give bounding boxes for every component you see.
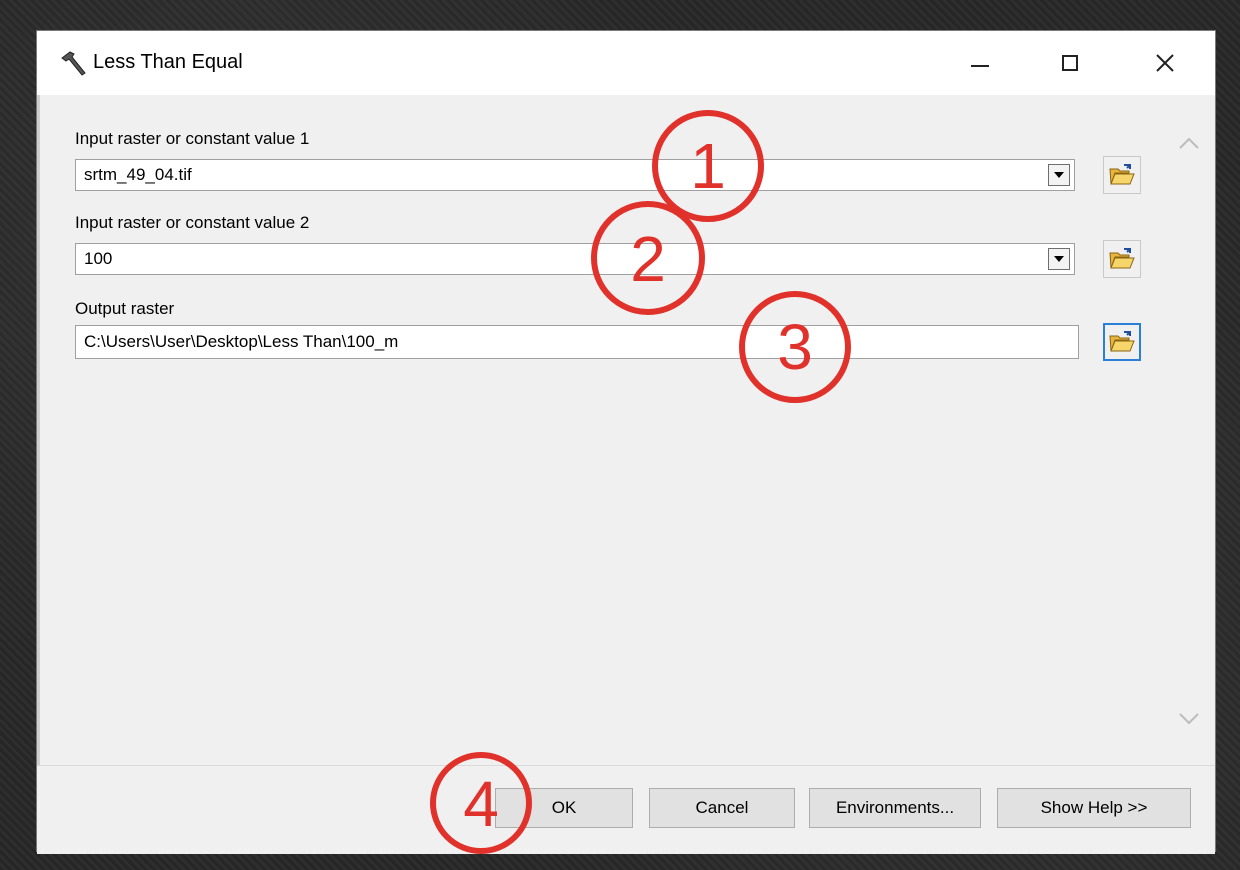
- title-bar[interactable]: Less Than Equal: [37, 31, 1215, 95]
- input-raster-2-browse-button[interactable]: [1103, 240, 1141, 278]
- input-raster-1-value[interactable]: srtm_49_04.tif: [76, 165, 1048, 185]
- vertical-scrollbar[interactable]: [1167, 95, 1211, 765]
- output-raster-field[interactable]: C:\Users\User\Desktop\Less Than\100_m: [75, 325, 1079, 359]
- minimize-button[interactable]: [935, 31, 1025, 95]
- folder-open-icon: [1109, 248, 1135, 269]
- minimize-icon: [971, 65, 989, 67]
- chevron-down-icon: [1054, 172, 1064, 178]
- input-raster-2-combo[interactable]: 100: [75, 243, 1075, 275]
- tool-dialog: Less Than Equal Input raster or constant…: [36, 30, 1216, 854]
- scroll-up-icon[interactable]: [1177, 133, 1201, 153]
- folder-open-icon: [1109, 164, 1135, 185]
- input-raster-2-value[interactable]: 100: [76, 249, 1048, 269]
- scroll-down-icon[interactable]: [1177, 709, 1201, 729]
- window-title: Less Than Equal: [93, 51, 243, 73]
- input-raster-1-label: Input raster or constant value 1: [75, 129, 310, 148]
- show-help-button[interactable]: Show Help >>: [997, 788, 1191, 828]
- maximize-icon: [1062, 55, 1078, 71]
- input-raster-1-combo[interactable]: srtm_49_04.tif: [75, 159, 1075, 191]
- close-button[interactable]: [1115, 31, 1215, 95]
- cancel-button[interactable]: Cancel: [649, 788, 795, 828]
- panel-edge: [37, 95, 40, 765]
- output-raster-label: Output raster: [75, 299, 175, 318]
- output-raster-browse-button[interactable]: [1103, 323, 1141, 361]
- input-raster-2-label: Input raster or constant value 2: [75, 213, 310, 232]
- dialog-footer: OK Cancel Environments... Show Help >>: [37, 765, 1215, 854]
- input-raster-2-dropdown[interactable]: [1048, 248, 1070, 270]
- input-raster-1-dropdown[interactable]: [1048, 164, 1070, 186]
- input-raster-1-browse-button[interactable]: [1103, 156, 1141, 194]
- environments-button[interactable]: Environments...: [809, 788, 981, 828]
- hammer-icon: [61, 51, 86, 76]
- chevron-down-icon: [1054, 256, 1064, 262]
- parameters-panel: Input raster or constant value 1 srtm_49…: [37, 95, 1215, 765]
- folder-open-icon: [1109, 331, 1135, 352]
- close-icon: [1156, 54, 1174, 72]
- ok-button[interactable]: OK: [495, 788, 633, 828]
- maximize-button[interactable]: [1025, 31, 1115, 95]
